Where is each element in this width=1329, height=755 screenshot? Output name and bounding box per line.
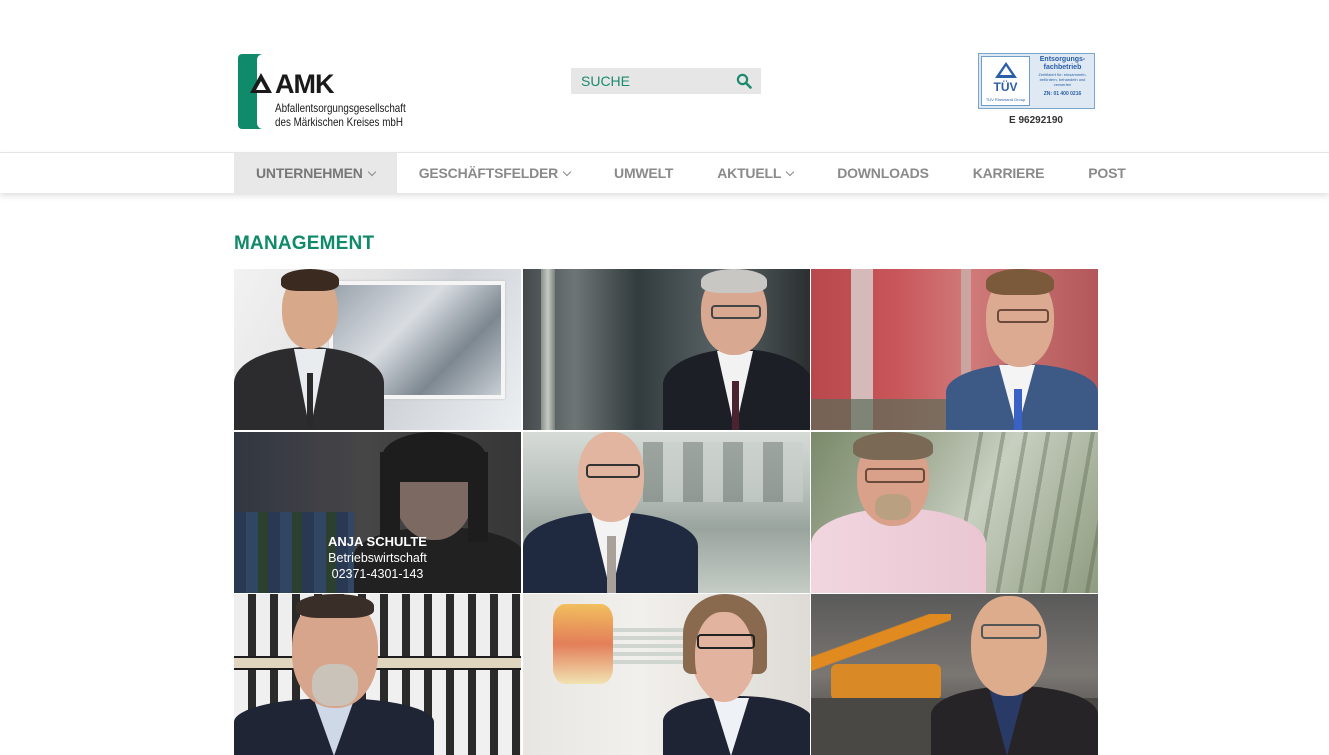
site-header: AMK Abfallentsorgungsgesellschaft des Mä… bbox=[0, 0, 1329, 152]
chevron-down-icon bbox=[562, 167, 572, 177]
nav-item-downloads[interactable]: DOWNLOADS bbox=[815, 153, 951, 193]
tuv-title: Entsorgungs-fachbetrieb bbox=[1039, 56, 1086, 71]
person-phone[interactable]: 02371-4301-143 bbox=[234, 566, 521, 582]
logo-triangle-icon bbox=[250, 73, 272, 93]
manager-photo-tile[interactable] bbox=[234, 269, 521, 430]
tuv-text: Zertifiziert für: einsammeln, befördern,… bbox=[1038, 72, 1087, 87]
certificate-code: E 96292190 bbox=[1009, 115, 1063, 126]
manager-photo-tile[interactable] bbox=[811, 431, 1098, 593]
manager-photo-tile[interactable] bbox=[234, 594, 521, 755]
logo-subtitle-line2: des Märkischen Kreises mbH bbox=[275, 115, 403, 129]
nav-item-unternehmen[interactable]: UNTERNEHMEN bbox=[234, 153, 397, 193]
nav-label: AKTUELL bbox=[717, 165, 782, 181]
tuv-certificate-badge: TÜV TÜV Rheinland Group Entsorgungs-fach… bbox=[978, 53, 1095, 109]
manager-photo-tile-hovered[interactable]: ANJA SCHULTE Betriebswirtschaft 02371-43… bbox=[234, 431, 521, 593]
logo-subtitle-line1: Abfallentsorgungsgesellschaft bbox=[275, 101, 406, 115]
tuv-group: TÜV Rheinland Group bbox=[985, 97, 1026, 102]
manager-photo-tile[interactable] bbox=[522, 594, 810, 755]
nav-label: GESCHÄFTSFELDER bbox=[418, 165, 559, 181]
nav-item-post[interactable]: POST bbox=[1066, 153, 1147, 193]
nav-label: UNTERNEHMEN bbox=[256, 165, 363, 181]
nav-label: UMWELT bbox=[614, 165, 674, 181]
management-grid: ANJA SCHULTE Betriebswirtschaft 02371-43… bbox=[234, 269, 1098, 755]
manager-photo-tile[interactable] bbox=[522, 269, 810, 430]
logo-name: AMK bbox=[275, 69, 334, 99]
logo-subtitle: Abfallentsorgungsgesellschaft des Märkis… bbox=[275, 101, 406, 129]
chevron-down-icon bbox=[785, 167, 795, 177]
search-icon[interactable] bbox=[736, 73, 752, 89]
person-name: ANJA SCHULTE bbox=[328, 533, 427, 549]
main-navigation: UNTERNEHMEN GESCHÄFTSFELDER UMWELT AKTUE… bbox=[0, 152, 1329, 193]
nav-item-karriere[interactable]: KARRIERE bbox=[951, 153, 1067, 193]
tuv-zn: ZN: 01 400 0216 bbox=[1043, 91, 1082, 97]
tuv-brand: TÜV bbox=[993, 80, 1018, 94]
nav-item-aktuell[interactable]: AKTUELL bbox=[695, 153, 815, 193]
search-box bbox=[571, 68, 761, 94]
nav-label: KARRIERE bbox=[972, 165, 1045, 181]
tuv-logo: TÜV TÜV Rheinland Group bbox=[981, 56, 1030, 106]
tuv-triangle-icon bbox=[995, 62, 1017, 78]
manager-photo-tile[interactable] bbox=[811, 594, 1098, 755]
chevron-down-icon bbox=[367, 167, 376, 177]
page-title: MANAGEMENT bbox=[234, 233, 375, 254]
manager-photo-tile[interactable] bbox=[522, 431, 810, 593]
amk-logo[interactable]: AMK Abfallentsorgungsgesellschaft des Mä… bbox=[237, 53, 407, 133]
tuv-details: Entsorgungs-fachbetrieb Zertifiziert für… bbox=[1033, 56, 1092, 106]
nav-item-geschaeftsfelder[interactable]: GESCHÄFTSFELDER bbox=[397, 153, 592, 193]
search-input[interactable] bbox=[571, 68, 731, 94]
person-caption: ANJA SCHULTE Betriebswirtschaft 02371-43… bbox=[234, 534, 521, 582]
nav-item-umwelt[interactable]: UMWELT bbox=[592, 153, 695, 193]
manager-photo-tile[interactable] bbox=[811, 269, 1098, 430]
nav-label: POST bbox=[1088, 165, 1126, 181]
person-role: Betriebswirtschaft bbox=[328, 550, 427, 565]
nav-label: DOWNLOADS bbox=[837, 165, 929, 181]
